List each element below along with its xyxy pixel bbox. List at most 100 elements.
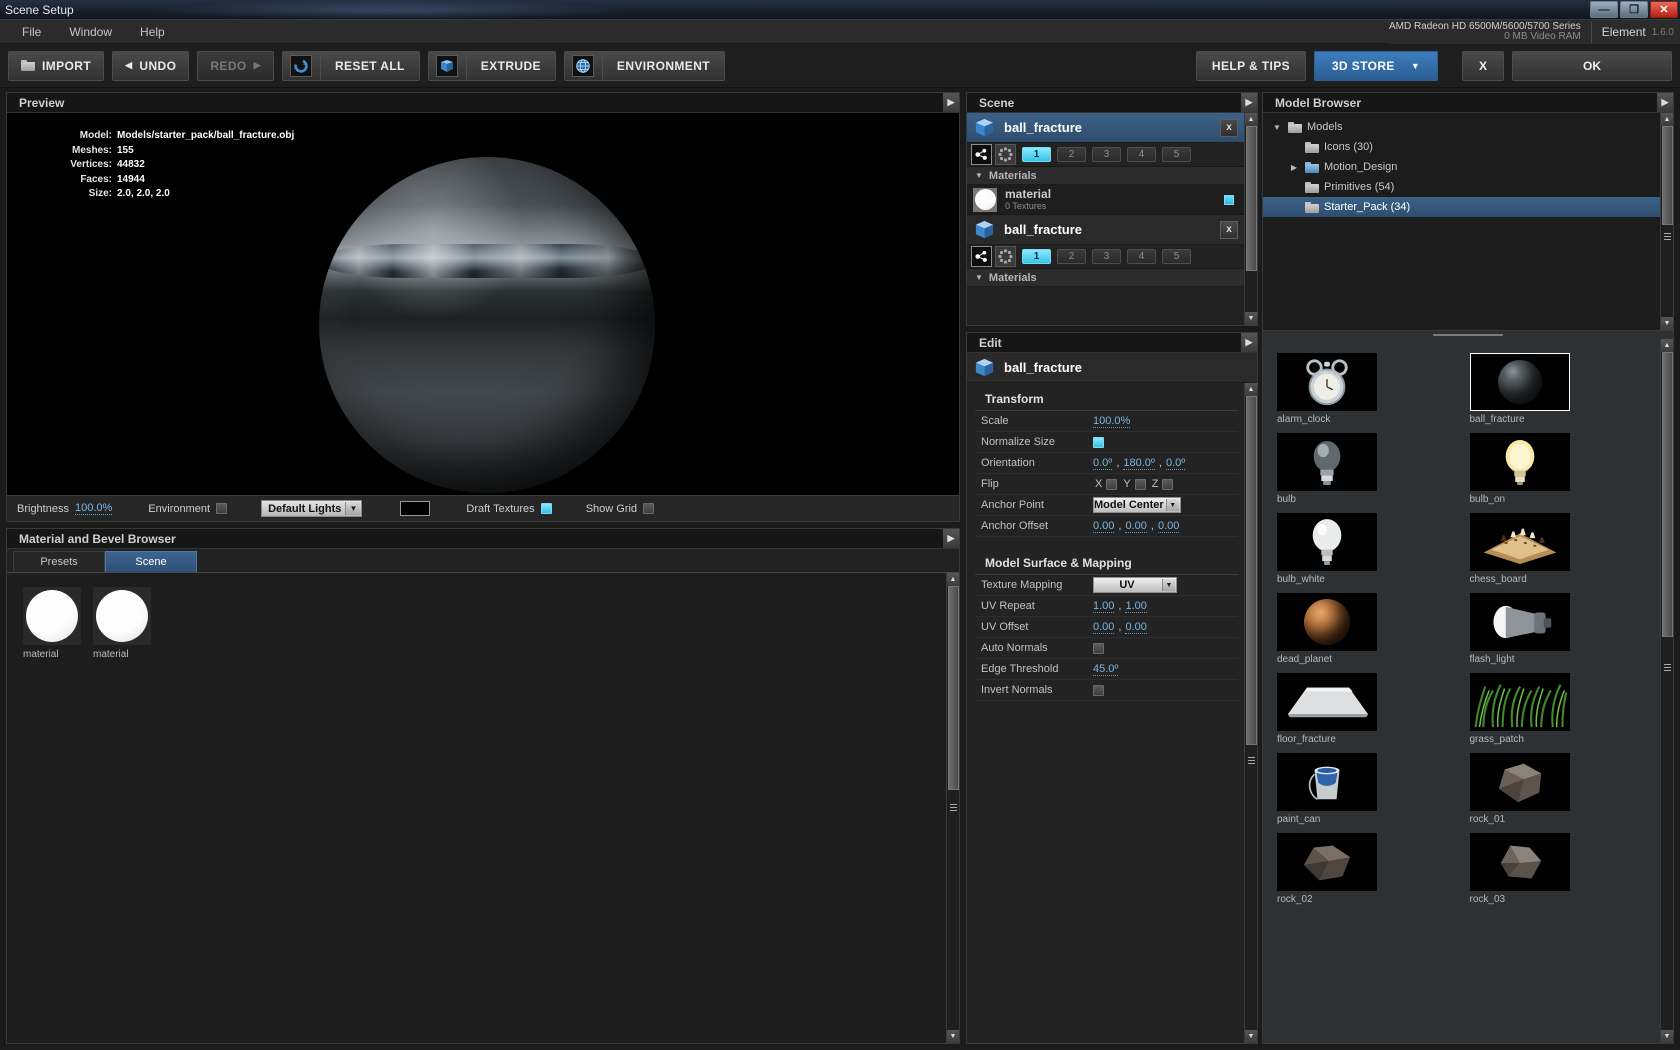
scene-object-row[interactable]: ball_fracture x — [967, 215, 1244, 245]
material-item[interactable]: material — [23, 587, 81, 1043]
texture-mapping-dropdown[interactable]: UV ▼ — [1093, 577, 1177, 593]
flip-z-checkbox[interactable] — [1162, 478, 1174, 490]
store-button[interactable]: 3D STORE ▼ — [1314, 50, 1438, 81]
scroll-down-arrow-icon[interactable]: ▼ — [946, 1030, 959, 1043]
model-thumb-item[interactable]: ball_fracture — [1469, 353, 1570, 425]
chevron-right-icon[interactable]: ▶ — [1288, 163, 1300, 172]
anchor-offset-x[interactable]: 0.00 — [1093, 520, 1115, 533]
group-slot-4[interactable]: 4 — [1127, 249, 1156, 264]
preview-viewport[interactable]: Model: Models/starter_pack/ball_fracture… — [7, 113, 959, 495]
model-thumb-item[interactable]: flash_light — [1469, 593, 1570, 665]
orientation-z[interactable]: 0.0º — [1165, 457, 1186, 470]
scrollbar-track[interactable] — [1660, 352, 1673, 1030]
materials-group-header[interactable]: ▼ Materials — [967, 269, 1244, 287]
materials-group-header[interactable]: ▼ Materials — [967, 167, 1244, 185]
orientation-x[interactable]: 0.0º — [1093, 457, 1113, 470]
flip-x-checkbox[interactable] — [1106, 478, 1118, 490]
model-thumb-item[interactable]: rock_01 — [1469, 753, 1570, 825]
menu-file[interactable]: File — [10, 22, 53, 42]
group-slot-4[interactable]: 4 — [1127, 147, 1156, 162]
scrollbar-thumb[interactable] — [1661, 126, 1673, 226]
model-thumb-item[interactable]: bulb — [1277, 433, 1377, 505]
redo-button[interactable]: REDO ▶ — [197, 50, 274, 81]
tree-scrollbar[interactable]: ▲ ▼ — [1660, 113, 1673, 330]
replicator-icon[interactable] — [995, 144, 1016, 165]
material-browser-collapse-icon[interactable]: ▶ — [943, 529, 959, 548]
replicator-icon[interactable] — [995, 246, 1016, 267]
edge-threshold-value[interactable]: 45.0º — [1093, 663, 1119, 676]
tree-node-motion-design[interactable]: ▶ Motion_Design — [1263, 157, 1660, 177]
tree-node-icons[interactable]: Icons (30) — [1263, 137, 1660, 157]
tree-node-starter-pack[interactable]: Starter_Pack (34) — [1263, 197, 1660, 217]
scrollbar-thumb[interactable] — [1245, 396, 1257, 745]
particle-icon[interactable] — [971, 246, 992, 267]
scrollbar-thumb[interactable] — [947, 586, 959, 791]
scroll-down-arrow-icon[interactable]: ▼ — [1244, 1030, 1257, 1043]
tab-presets[interactable]: Presets — [13, 551, 105, 572]
model-thumb-item[interactable]: grass_patch — [1469, 673, 1570, 745]
particle-icon[interactable] — [971, 144, 992, 165]
model-thumb-item[interactable]: rock_02 — [1277, 833, 1377, 905]
chevron-down-icon[interactable]: ▼ — [1271, 123, 1283, 132]
scene-scrollbar[interactable]: ▲ ▼ — [1244, 113, 1257, 325]
close-button[interactable]: ✕ — [1650, 1, 1678, 18]
auto-normals-checkbox[interactable] — [1093, 642, 1104, 654]
model-grid-scrollbar[interactable]: ▲ ▼ — [1660, 339, 1673, 1043]
reset-all-button[interactable]: RESET ALL — [281, 50, 420, 81]
tree-node-models[interactable]: ▼ Models — [1263, 117, 1660, 137]
environment-button[interactable]: ENVIRONMENT — [563, 50, 725, 81]
cancel-button[interactable]: X — [1462, 50, 1504, 81]
group-slot-5[interactable]: 5 — [1162, 147, 1191, 162]
menu-window[interactable]: Window — [57, 22, 124, 42]
import-button[interactable]: IMPORT — [8, 50, 105, 81]
scroll-down-arrow-icon[interactable]: ▼ — [1244, 312, 1257, 325]
group-slot-3[interactable]: 3 — [1092, 147, 1121, 162]
flip-y-checkbox[interactable] — [1134, 478, 1146, 490]
model-thumb-item[interactable]: paint_can — [1277, 753, 1377, 825]
maximize-button[interactable]: ❐ — [1620, 1, 1648, 18]
scrollbar-track[interactable] — [1244, 126, 1257, 312]
scrollbar-thumb[interactable] — [1661, 352, 1673, 637]
undo-button[interactable]: ◀ UNDO — [112, 50, 190, 81]
preview-collapse-icon[interactable]: ▶ — [943, 93, 959, 112]
scroll-up-arrow-icon[interactable]: ▲ — [1660, 339, 1673, 352]
normalize-size-checkbox[interactable] — [1093, 436, 1104, 448]
anchor-offset-y[interactable]: 0.00 — [1125, 520, 1147, 533]
uv-repeat-u[interactable]: 1.00 — [1093, 600, 1115, 613]
scroll-up-arrow-icon[interactable]: ▲ — [1244, 113, 1257, 126]
scrollbar-thumb[interactable] — [1245, 126, 1257, 272]
anchor-point-dropdown[interactable]: Model Center ▼ — [1093, 497, 1181, 513]
extrude-button[interactable]: EXTRUDE — [427, 50, 556, 81]
scale-value[interactable]: 100.0% — [1093, 415, 1131, 428]
anchor-offset-z[interactable]: 0.00 — [1157, 520, 1180, 533]
group-slot-5[interactable]: 5 — [1162, 249, 1191, 264]
scroll-up-arrow-icon[interactable]: ▲ — [1244, 383, 1257, 396]
model-thumb-item[interactable]: rock_03 — [1469, 833, 1570, 905]
tree-node-primitives[interactable]: Primitives (54) — [1263, 177, 1660, 197]
environment-checkbox[interactable] — [216, 503, 228, 514]
scroll-down-arrow-icon[interactable]: ▼ — [1660, 1030, 1673, 1043]
edit-object-row[interactable]: ball_fracture — [967, 353, 1257, 383]
scrollbar-track[interactable] — [1244, 396, 1257, 1030]
scroll-up-arrow-icon[interactable]: ▲ — [946, 573, 959, 586]
light-color-swatch[interactable] — [400, 501, 431, 516]
tab-scene[interactable]: Scene — [105, 551, 197, 572]
scrollbar-track[interactable] — [1660, 126, 1673, 317]
model-thumb-item[interactable]: chess_board — [1469, 513, 1570, 585]
group-slot-2[interactable]: 2 — [1057, 249, 1086, 264]
scroll-down-arrow-icon[interactable]: ▼ — [1660, 317, 1673, 330]
help-tips-button[interactable]: HELP & TIPS — [1196, 50, 1306, 81]
model-browser-splitter[interactable] — [1263, 331, 1673, 339]
uv-repeat-v[interactable]: 1.00 — [1125, 600, 1147, 613]
group-slot-1[interactable]: 1 — [1022, 147, 1051, 162]
model-thumb-item[interactable]: dead_planet — [1277, 593, 1377, 665]
remove-object-button[interactable]: x — [1220, 220, 1238, 239]
edit-scrollbar[interactable]: ▲ ▼ — [1244, 383, 1257, 1043]
orientation-y[interactable]: 180.0º — [1123, 457, 1155, 470]
model-thumb-item[interactable]: floor_fracture — [1277, 673, 1377, 745]
model-thumb-item[interactable]: bulb_white — [1277, 513, 1377, 585]
model-browser-collapse-icon[interactable]: ▶ — [1657, 93, 1673, 112]
show-grid-checkbox[interactable] — [643, 503, 655, 514]
scrollbar-track[interactable] — [946, 586, 959, 1030]
group-slot-1[interactable]: 1 — [1022, 249, 1051, 264]
